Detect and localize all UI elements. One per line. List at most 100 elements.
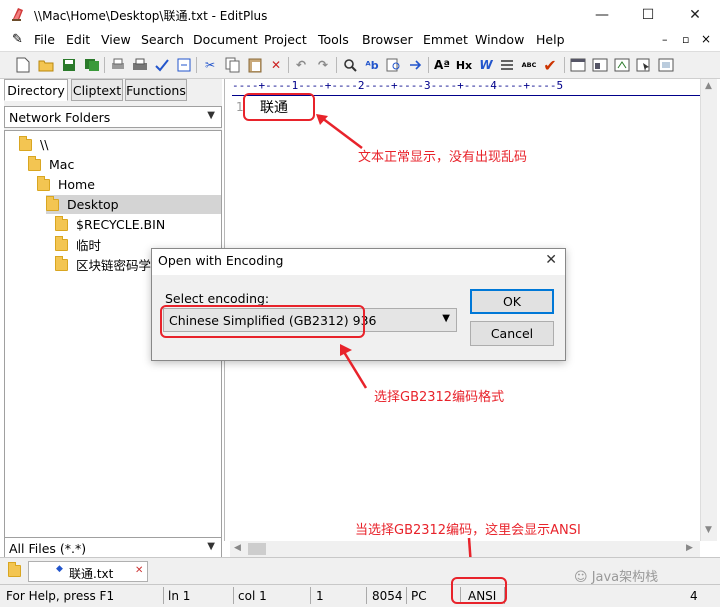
font-icon[interactable]: Aª [433,56,451,74]
menu-bar: ✎ File Edit View Search Document Project… [0,30,720,50]
arrow-to-encoding-icon [340,344,368,389]
tree-item-label: Home [58,177,95,192]
scroll-left-icon[interactable]: ◀ [234,543,241,553]
menu-edit[interactable]: Edit [66,32,90,47]
goto-icon[interactable] [407,56,425,74]
scroll-right-icon[interactable]: ▶ [686,543,693,553]
print-icon[interactable] [131,56,149,74]
replace-icon[interactable]: ᴬb [363,56,381,74]
encoding-label: Select encoding: [165,291,270,306]
tree-item-label: Desktop [67,197,119,212]
tree-item-label: 临时 [76,238,102,253]
tab-functions[interactable]: Functions [125,79,187,101]
spellcheck-icon[interactable] [153,56,171,74]
menu-tools[interactable]: Tools [318,32,349,47]
annotation-select-encoding: 选择GB2312编码格式 [374,390,505,405]
mdi-restore-button[interactable]: ▫ [682,33,689,46]
menu-search[interactable]: Search [141,32,184,47]
menu-help[interactable]: Help [536,32,565,47]
folder-combo[interactable]: Network Folders ▼ [4,106,222,128]
tab-cliptext[interactable]: Cliptext [71,79,123,101]
status-column: col 1 [238,589,267,603]
tree-item[interactable]: Desktop [46,195,221,214]
menu-window[interactable]: Window [475,32,524,47]
title-bar: \\Mac\Home\Desktop\联通.txt - EditPlus — ☐… [0,0,720,30]
open-folder-icon[interactable] [37,56,55,74]
window-layout-icon[interactable] [569,56,587,74]
paste-icon[interactable] [246,56,264,74]
toolbar-separator [564,57,565,73]
menu-document[interactable]: Document [193,32,258,47]
file-tab-close-icon[interactable]: ✕ [135,565,143,576]
status-bar: For Help, press F1 ln 1 col 1 1 8054 PC … [0,584,720,607]
line-numbers-icon[interactable] [498,56,516,74]
menu-project[interactable]: Project [264,32,307,47]
tree-item-label: Mac [49,157,75,172]
vertical-scrollbar[interactable]: ▲ ▼ [700,79,717,541]
folder-combo-value: Network Folders [9,109,111,125]
chevron-down-icon: ▼ [207,541,215,552]
delete-icon[interactable]: ✕ [267,56,285,74]
checkmark-icon[interactable]: ✔ [541,56,559,75]
minimize-button[interactable]: — [579,0,625,30]
folder-icon [19,135,32,151]
browser-preview-icon[interactable] [613,56,631,74]
spell-abc-icon[interactable]: ABC [520,56,538,74]
cursor-select-icon[interactable] [635,56,653,74]
tree-item[interactable]: \\ [19,135,221,154]
new-file-icon[interactable] [14,56,32,74]
save-icon[interactable] [60,56,78,74]
save-all-icon[interactable] [83,56,101,74]
hex-viewer-icon[interactable]: Hx [455,56,473,74]
toolbar-separator [428,57,429,73]
file-tab[interactable]: ◆ 联通.txt ✕ [28,561,148,582]
toolbar: ✂ ✕ ↶ ↷ ᴬb Aª Hx W ABC ✔ [0,51,720,79]
mdi-close-button[interactable]: × [701,32,711,46]
scroll-thumb[interactable] [248,543,266,555]
status-separator [163,587,164,604]
copy-icon[interactable] [224,56,242,74]
window-title: \\Mac\Home\Desktop\联通.txt - EditPlus [34,9,268,23]
word-wrap-icon[interactable]: W [477,56,495,74]
tree-item[interactable]: Home [37,175,221,194]
status-separator [406,587,407,604]
mdi-minimize-button[interactable]: – [662,33,668,46]
find-in-files-icon[interactable] [385,56,403,74]
scroll-up-icon[interactable]: ▲ [705,81,712,91]
file-modified-icon: ◆ [56,564,63,574]
watermark: ☺ Java架构栈 [574,566,658,585]
file-filter-value: All Files (*.*) [9,540,87,556]
menu-emmet[interactable]: Emmet [423,32,468,47]
toolbar-separator [336,57,337,73]
toolbar-separator [288,57,289,73]
find-icon[interactable] [341,56,359,74]
menu-browser[interactable]: Browser [362,32,413,47]
tree-item[interactable]: Mac [28,155,221,174]
menu-view[interactable]: View [101,32,131,47]
document-sync-icon[interactable] [175,56,193,74]
tree-item[interactable]: $RECYCLE.BIN [55,215,221,234]
scroll-down-icon[interactable]: ▼ [705,525,712,535]
wechat-icon: ☺ [574,570,592,585]
maximize-button[interactable]: ☐ [625,0,671,30]
folder-icon [28,155,41,171]
status-file-size: 8054 [372,589,403,603]
tab-directory[interactable]: Directory [4,79,68,101]
tree-item-label: \\ [40,137,49,152]
dialog-close-icon[interactable]: ✕ [545,252,557,268]
redo-icon[interactable]: ↷ [314,56,332,74]
file-filter-combo[interactable]: All Files (*.*) ▼ [4,537,222,559]
chevron-down-icon: ▼ [207,110,215,121]
undo-icon[interactable]: ↶ [292,56,310,74]
folder-icon [55,215,68,231]
menu-file[interactable]: File [34,32,55,47]
folder-icon [46,195,59,211]
cut-icon[interactable]: ✂ [201,56,219,74]
fullscreen-icon[interactable] [657,56,675,74]
cancel-button[interactable]: Cancel [470,321,554,346]
window-tile-icon[interactable] [591,56,609,74]
close-button[interactable]: ✕ [672,0,718,30]
ok-button[interactable]: OK [470,289,554,314]
status-separator [310,587,311,604]
print-preview-icon[interactable] [109,56,127,74]
